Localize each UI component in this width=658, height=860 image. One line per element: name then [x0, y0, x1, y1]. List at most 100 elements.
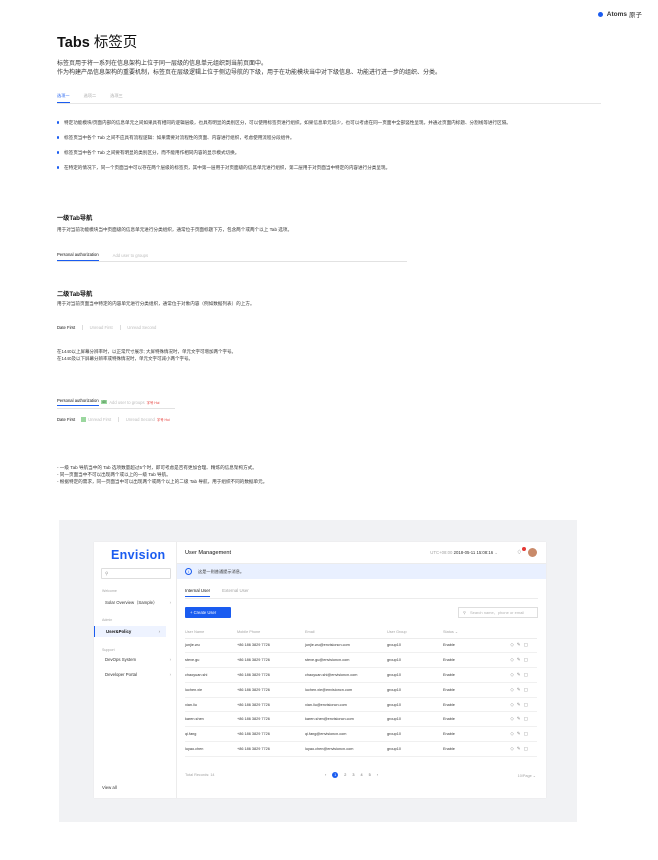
intro-line: 作为构建产品信息架构的重要机制，标签页在层级逻辑上位于侧边导航的下级，用于在功能…: [57, 70, 442, 76]
page-button[interactable]: 3: [352, 773, 354, 777]
dash-note: - 根据特定的需求，同一页面当中可以出现两个或两个以上的二级 Tab 导航，用于…: [57, 479, 268, 484]
spec-tab: Unread Second: [125, 417, 155, 422]
notification-badge: [522, 547, 526, 551]
page-size-select[interactable]: 10/Page ⌄: [518, 773, 536, 778]
cell-status: Enable: [443, 741, 493, 757]
cell-phone: +86 186 3829 7726: [237, 638, 305, 654]
cell-group: group10: [387, 741, 443, 757]
column-header: User Group: [387, 626, 443, 639]
row-actions[interactable]: ◇✎▢: [493, 652, 537, 669]
page-button[interactable]: 5: [369, 773, 371, 777]
cell-group: group10: [387, 697, 443, 713]
cell-username: steve.gu: [185, 652, 237, 669]
alert-text: 这是一则普通提示消息。: [198, 568, 245, 574]
sidebar-item-devops[interactable]: DevOps System ›: [105, 657, 177, 662]
prev-page-icon[interactable]: ‹: [325, 773, 326, 777]
next-page-icon[interactable]: ›: [377, 773, 378, 777]
page-button[interactable]: 1: [332, 772, 339, 778]
user-search-input[interactable]: ⚲ Search name、phone or email: [458, 607, 538, 618]
cell-status: Enable: [443, 682, 493, 698]
row-actions[interactable]: ◇✎▢: [493, 726, 537, 743]
sidebar-item-user-policy[interactable]: User&Policy ›: [94, 626, 166, 637]
cell-email: xian.liu@envisioncn.com: [305, 697, 387, 713]
dash-note: - 同一页面当中不可以出现两个或以上的一级 Tab 导航。: [57, 472, 171, 477]
spec-annotation: 字号 Hui: [156, 418, 170, 422]
row-actions[interactable]: ◇✎▢: [493, 682, 537, 698]
cell-status: Enable: [443, 652, 493, 669]
cell-status: Enable: [443, 711, 493, 728]
row-actions[interactable]: ◇✎▢: [493, 638, 537, 654]
info-icon: i: [185, 568, 192, 575]
chevron-right-icon: ›: [169, 672, 171, 677]
row-actions[interactable]: ◇✎▢: [493, 711, 537, 728]
demo-tab[interactable]: 选项一: [57, 93, 70, 103]
info-alert: i 这是一则普通提示消息。: [177, 564, 546, 579]
search-icon: ⚲: [463, 610, 466, 615]
cell-username: xian.liu: [185, 697, 237, 713]
cell-phone: +86 186 3829 7726: [237, 726, 305, 743]
cell-status: Enable: [443, 638, 493, 654]
cell-phone: +86 186 3829 7726: [237, 682, 305, 698]
tab-external-user[interactable]: External User: [222, 588, 249, 597]
cell-status: Enable: [443, 726, 493, 743]
page-button[interactable]: 2: [344, 773, 346, 777]
column-header: User Name: [185, 626, 237, 639]
tab-unread-first[interactable]: Unread First: [90, 325, 113, 330]
sidebar-item-developer-portal[interactable]: Developer Portal ›: [105, 672, 177, 677]
row-actions[interactable]: ◇✎▢: [493, 667, 537, 683]
chevron-right-icon: ›: [169, 600, 171, 605]
cell-username: karen.shen: [185, 711, 237, 728]
row-actions[interactable]: ◇✎▢: [493, 697, 537, 713]
row-actions[interactable]: ◇✎▢: [493, 741, 537, 757]
app-logo: Envision: [111, 548, 166, 562]
cell-group: group10: [387, 726, 443, 743]
cell-group: group10: [387, 638, 443, 654]
chevron-right-icon: ›: [158, 629, 160, 634]
sidebar-item-label: Solar Overview（Sample）: [105, 600, 158, 605]
table-row: luyao.chen +86 186 3829 7726 luyao.chen@en…: [185, 741, 537, 757]
cell-phone: +86 186 3829 7726: [237, 741, 305, 757]
tab-internal-user[interactable]: Internal User: [185, 588, 211, 597]
view-all-link[interactable]: View all: [102, 785, 117, 790]
app-page-title: User Management: [185, 550, 232, 556]
avatar[interactable]: [528, 548, 537, 557]
dash-notes: - 一级 Tab 导航当中的 Tab 选项数量超过5个时，即可考虑是否有更加合理…: [57, 464, 267, 485]
cell-group: group10: [387, 711, 443, 728]
cell-username: luyao.chen: [185, 741, 237, 757]
cell-email: luyao.chen@envisioncn.com: [305, 741, 387, 757]
column-header-label: Status: [443, 630, 454, 635]
bell-icon[interactable]: ♢: [517, 549, 522, 556]
tab-personal-authorization[interactable]: Personal authorization: [57, 252, 99, 261]
table-row: steve.gu +86 186 3829 7726 steve.gu@envisi…: [185, 652, 537, 669]
cell-email: karen.shen@envisioncn.com: [305, 711, 387, 728]
sidebar-item-label: DevOps System: [105, 657, 137, 662]
search-placeholder: Search name、phone or email: [469, 609, 525, 615]
spec-annotation: 字号 Hui: [146, 400, 160, 405]
demo-tab[interactable]: 选项三: [110, 93, 123, 103]
screen-note: 在1440以上屏幕分辨率时，以正常尺寸展示; 大屏特殊情况时，单元文字可增加两个…: [57, 349, 237, 354]
divider: [57, 261, 407, 262]
sidebar-group: Admin: [102, 618, 113, 622]
tab-unread-second[interactable]: Unread Second: [127, 325, 156, 330]
demo-tab[interactable]: 选项二: [84, 93, 97, 103]
brand-dot-icon: [597, 11, 603, 17]
column-header: [493, 626, 537, 639]
dash-note: - 一级 Tab 导航当中的 Tab 选项数量超过5个时，即可考虑是否有更加合理…: [57, 465, 257, 470]
spec-tab: Date First: [57, 417, 76, 422]
sidebar-group: Support: [102, 648, 115, 652]
example-app: Envision ⚲ Welcome Solar Overview（Sample…: [94, 542, 546, 798]
create-user-button[interactable]: + Create User: [185, 607, 231, 618]
guideline-item: 标签页当中各个 Tab 之间不应具有流程逻辑：如果需要对流程性的页面、内容进行组…: [57, 134, 597, 141]
search-icon: ⚲: [105, 571, 109, 576]
timezone: UTC+08:00: [430, 550, 453, 555]
screen-note: 在1440及以下屏幕分辨率或特殊情况时，单元文字可减小两个字号。: [57, 356, 194, 361]
page-button[interactable]: 4: [361, 773, 363, 777]
sidebar-search[interactable]: ⚲: [101, 568, 171, 579]
sidebar-item-solar[interactable]: Solar Overview（Sample） ›: [105, 600, 177, 606]
tab-add-user-to-groups[interactable]: Add user to groups: [113, 253, 148, 261]
cell-username: junjie.wu: [185, 638, 237, 654]
chevron-down-icon[interactable]: ⌄: [494, 550, 498, 555]
tab-date-first[interactable]: Date First: [57, 325, 75, 330]
guideline-item: 在特定的情况下，同一个页面当中可以存在两个层级的标签页，其中第一层用于对页面级的…: [57, 164, 597, 171]
column-header[interactable]: Status ⌄: [443, 626, 493, 639]
